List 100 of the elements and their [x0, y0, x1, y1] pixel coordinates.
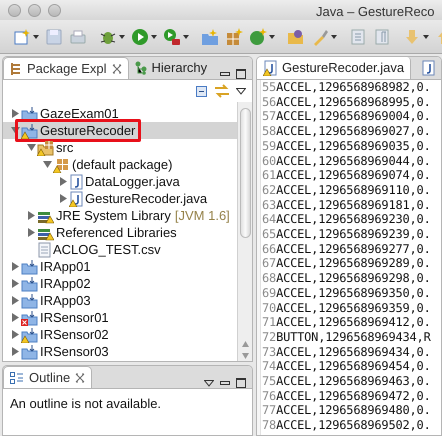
text-file-icon [37, 242, 51, 258]
expanded-arrow-icon[interactable] [26, 143, 36, 152]
project-folder-icon [21, 106, 38, 122]
collapsed-arrow-icon[interactable] [10, 109, 20, 118]
tree-row[interactable]: IRApp02 [3, 275, 237, 292]
tree-row[interactable]: IRSensor02 [3, 326, 237, 343]
tree-row[interactable]: DataLogger.java [3, 173, 237, 190]
project-folder-icon [21, 344, 38, 360]
tree-row[interactable]: IRApp01 [3, 258, 237, 275]
line-number: 66 [262, 242, 276, 256]
java-file-icon [69, 174, 83, 190]
collapsed-arrow-icon[interactable] [10, 262, 20, 271]
collapsed-arrow-icon[interactable] [26, 228, 36, 237]
project-folder-warning-icon [21, 326, 38, 342]
line-number: 72 [262, 330, 276, 345]
code-line: ACCEL,1296568969035,0. [276, 138, 431, 154]
expanded-arrow-icon[interactable] [10, 126, 20, 135]
line-number: 60 [262, 154, 276, 168]
scrollbar-thumb[interactable] [240, 108, 250, 238]
code-line: ACCEL,1296568969181,0. [276, 198, 431, 212]
line-number: 73 [262, 344, 276, 360]
line-number: 68 [262, 271, 276, 286]
caret-icon[interactable] [119, 34, 125, 38]
collapse-all-icon[interactable] [194, 84, 208, 98]
package-star-icon[interactable] [225, 28, 243, 46]
caret-icon[interactable] [269, 34, 275, 38]
open-folder-icon[interactable] [287, 28, 305, 46]
collapsed-arrow-icon[interactable] [10, 279, 20, 288]
line-number: 74 [262, 359, 276, 374]
tree-row[interactable]: IRSensor03 [3, 343, 237, 360]
caret-icon[interactable] [423, 34, 429, 38]
scrollbar[interactable] [237, 102, 252, 361]
view-tab[interactable]: Outline [3, 366, 92, 388]
library-version-label: [JVM 1.6] [174, 206, 230, 225]
code-line: ACCEL,1296568969239,0. [276, 227, 431, 242]
tree-row[interactable]: ACLOG_TEST.csv [3, 241, 237, 258]
view-menu-icon[interactable] [204, 380, 214, 386]
minimize-icon[interactable] [220, 381, 230, 385]
tree-row[interactable]: IRApp03 [3, 292, 237, 309]
close-icon[interactable] [75, 372, 86, 382]
line-number: 55 [262, 80, 276, 95]
tree-row[interactable]: (default package) [3, 156, 237, 173]
project-folder-error-icon [21, 310, 38, 326]
collapsed-arrow-icon[interactable] [26, 211, 36, 220]
line-number: 65 [262, 227, 276, 242]
outline-icon [10, 372, 24, 384]
expanded-arrow-icon[interactable] [42, 160, 52, 169]
view-menu-icon[interactable] [236, 88, 246, 94]
line-number: 69 [262, 286, 276, 301]
tree-row[interactable]: src [3, 139, 237, 156]
tree-row[interactable]: IRSensor01 [3, 309, 237, 326]
close-icon[interactable] [112, 64, 122, 74]
line-number: 76 [262, 388, 276, 404]
tree-row[interactable]: GestureRecoder [3, 122, 237, 139]
view-tab[interactable]: Package Expl [3, 57, 128, 79]
caret-icon[interactable] [151, 34, 157, 38]
line-number: 64 [262, 212, 276, 228]
package-explorer-icon [10, 62, 22, 76]
line-number: 78 [262, 418, 276, 433]
line-number: 70 [262, 300, 276, 316]
caret-icon[interactable] [331, 34, 337, 38]
project-folder-warning-icon [21, 122, 38, 138]
caret-icon[interactable] [183, 34, 189, 38]
line-number: 57 [262, 109, 276, 124]
code-line: ACCEL,1296568969044,0. [276, 154, 431, 168]
line-number: 59 [262, 138, 276, 154]
window-title: Java – GestureReco [316, 3, 435, 21]
folder-star-icon[interactable] [201, 28, 219, 46]
caret-icon[interactable] [33, 34, 39, 38]
code-line: ACCEL,1296568969230,0. [276, 212, 431, 228]
outline-message: An outline is not available. [10, 396, 162, 411]
tree-row[interactable]: GestureRecoder.java [3, 190, 237, 207]
code-line: ACCEL,1296568969110,0. [276, 182, 431, 198]
code-line: ACCEL,1296568968995,0. [276, 94, 431, 110]
collapsed-arrow-icon[interactable] [10, 296, 20, 305]
collapsed-arrow-icon[interactable] [10, 330, 20, 339]
collapsed-arrow-icon[interactable] [58, 177, 68, 186]
view-tab[interactable]: Hierarchy [128, 57, 214, 79]
code-line: BUTTON,1296568969434,R [276, 330, 431, 345]
project-folder-icon [21, 258, 38, 274]
code-line: ACCEL,1296568969412,0. [276, 315, 431, 330]
play-icon[interactable] [131, 28, 149, 46]
collapsed-arrow-icon[interactable] [10, 347, 20, 356]
collapsed-arrow-icon[interactable] [10, 313, 20, 322]
line-number: 58 [262, 124, 276, 139]
java-file-warning-icon [69, 190, 83, 206]
editor-tab[interactable]: GestureRecoder.java [257, 57, 412, 79]
project-folder-icon [21, 292, 38, 308]
tree-row[interactable]: Referenced Libraries [3, 224, 237, 241]
tree-row[interactable]: JRE System Library [JVM 1.6] [3, 207, 237, 224]
code-line: ACCEL,1296568969277,0. [276, 242, 431, 256]
line-number: 62 [262, 182, 276, 198]
code-line: ACCEL,1296568969359,0. [276, 300, 431, 316]
tree-row[interactable]: GazeExam01 [3, 105, 237, 122]
hierarchy-icon [134, 61, 146, 75]
line-number: 63 [262, 198, 276, 212]
minimize-icon[interactable] [220, 72, 230, 76]
code-line: ACCEL,1296568969027,0. [276, 124, 431, 139]
new-window-icon[interactable] [13, 28, 31, 46]
collapsed-arrow-icon[interactable] [58, 194, 68, 203]
